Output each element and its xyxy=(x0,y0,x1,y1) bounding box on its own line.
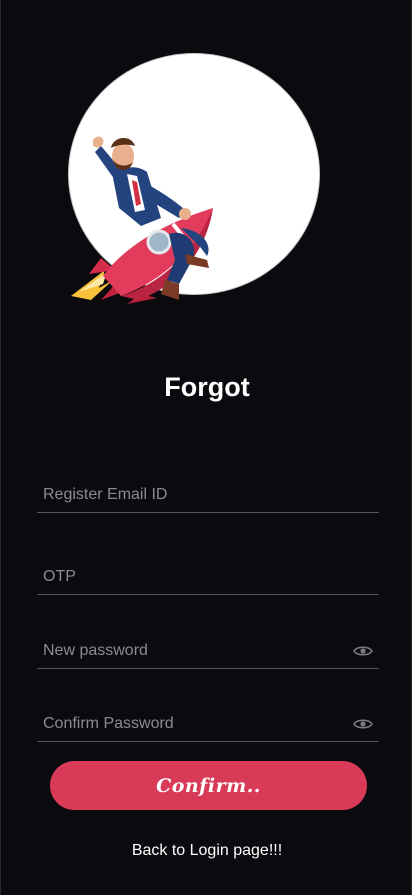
back-to-login-link[interactable]: Back to Login page!!! xyxy=(1,842,412,860)
email-field[interactable] xyxy=(37,467,379,513)
eye-icon[interactable] xyxy=(353,717,373,731)
businessman-on-rocket-illustration xyxy=(71,136,213,304)
new-password-input[interactable] xyxy=(43,642,343,660)
confirm-button[interactable]: Confirm.. xyxy=(50,761,367,810)
hero-illustration xyxy=(61,48,331,308)
page-title: Forgot xyxy=(164,372,250,402)
email-input[interactable] xyxy=(43,486,343,504)
eye-icon[interactable] xyxy=(353,644,373,658)
otp-field[interactable] xyxy=(37,549,379,595)
new-password-field[interactable] xyxy=(37,623,379,669)
confirm-password-field[interactable] xyxy=(37,696,379,742)
forgot-password-screen: Forgot Confirm.. Back to Login page!!! xyxy=(0,0,412,895)
otp-input[interactable] xyxy=(43,568,343,586)
confirm-password-input[interactable] xyxy=(43,715,343,733)
